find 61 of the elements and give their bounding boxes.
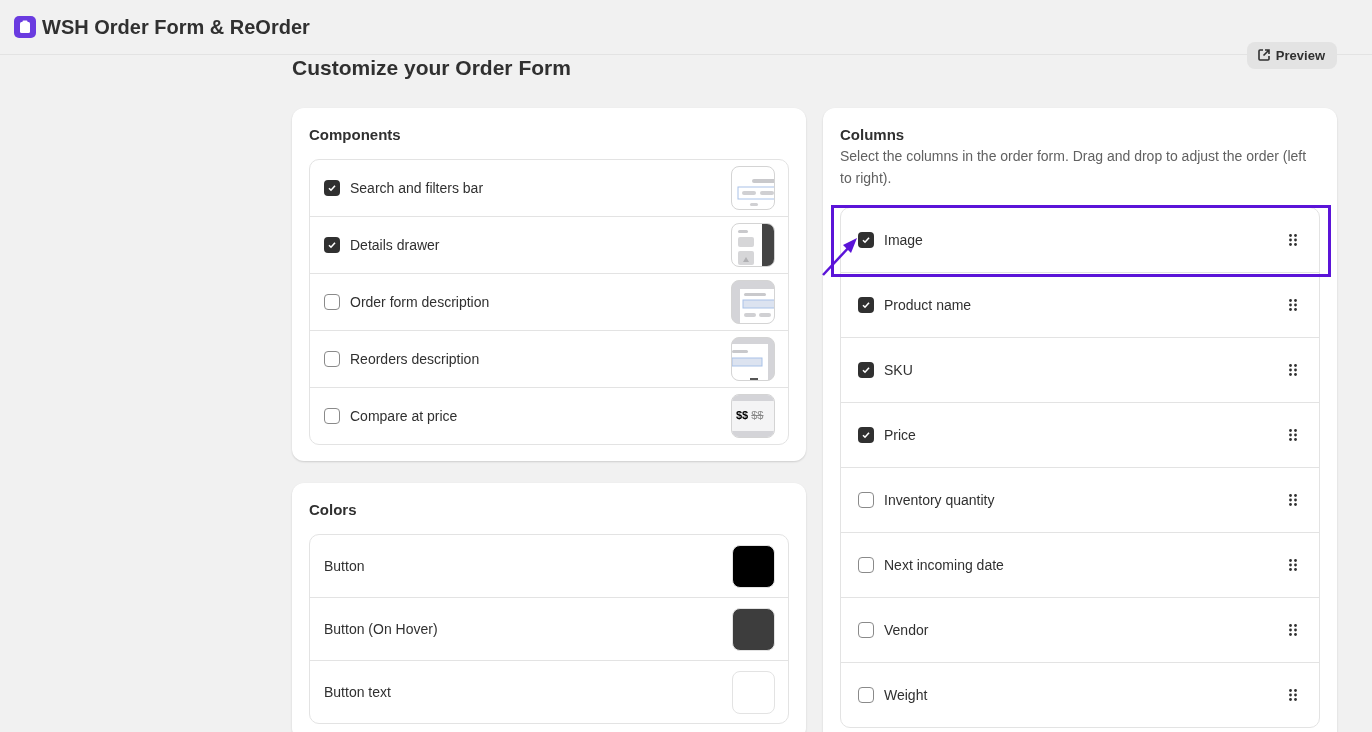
reorders-preview-drawing [731, 337, 775, 381]
checkbox[interactable] [324, 408, 340, 424]
color-swatch[interactable] [732, 544, 775, 588]
component-label: Details drawer [350, 237, 441, 253]
column-label: Product name [884, 297, 973, 313]
column-label: SKU [884, 362, 914, 378]
color-label: Button [324, 558, 366, 574]
color-swatch[interactable] [732, 670, 775, 714]
search-bar-preview-drawing [731, 166, 775, 210]
column-label: Price [884, 427, 917, 443]
annotation-arrow [821, 235, 859, 277]
checkbox[interactable] [858, 232, 874, 248]
checkmark-icon [861, 300, 871, 310]
checkmark-icon [861, 430, 871, 440]
component-label: Search and filters bar [350, 180, 485, 196]
preview-button[interactable]: Preview [1246, 41, 1337, 69]
drag-handle-icon[interactable] [1289, 299, 1297, 311]
column-label: Weight [884, 687, 929, 703]
description-preview-drawing [731, 280, 775, 324]
checkbox[interactable] [858, 297, 874, 313]
column-label: Image [884, 232, 924, 248]
external-link-icon [1256, 48, 1271, 62]
component-label: Reorders description [350, 351, 481, 367]
checkbox[interactable] [324, 180, 340, 196]
color-label: Button (On Hover) [324, 621, 439, 637]
color-label: Button text [324, 684, 392, 700]
checkbox[interactable] [858, 622, 874, 638]
column-label: Vendor [884, 622, 930, 638]
drag-handle-icon[interactable] [1289, 624, 1297, 636]
column-label: Inventory quantity [884, 492, 996, 508]
checkmark-icon [861, 365, 871, 375]
checkbox[interactable] [858, 427, 874, 443]
checkbox[interactable] [324, 351, 340, 367]
page-title: Customize your Order Form [292, 56, 571, 80]
color-swatch[interactable] [732, 607, 775, 651]
card-title: Components [309, 126, 402, 143]
checkbox[interactable] [324, 237, 340, 253]
checkmark-icon [327, 183, 337, 193]
drag-handle-icon[interactable] [1289, 234, 1297, 246]
card-title: Colors [309, 501, 358, 518]
checkmark-icon [861, 235, 871, 245]
component-label: Compare at price [350, 408, 459, 424]
drag-handle-icon[interactable] [1289, 559, 1297, 571]
component-label: Order form description [350, 294, 491, 310]
app-title: WSH Order Form & ReOrder [42, 15, 310, 39]
checkbox[interactable] [858, 492, 874, 508]
drawer-preview-drawing [731, 223, 775, 267]
checkbox[interactable] [858, 557, 874, 573]
column-label: Next incoming date [884, 557, 1005, 573]
drag-handle-icon[interactable] [1289, 364, 1297, 376]
checkbox[interactable] [858, 362, 874, 378]
clipboard-icon [14, 16, 36, 38]
drag-handle-icon[interactable] [1289, 429, 1297, 441]
price-preview-drawing: $$ $$ [731, 394, 775, 438]
card-title: Columns [840, 126, 906, 143]
checkmark-icon [327, 240, 337, 250]
columns-description: Select the columns in the order form. Drag and drop to adjust the order (left to right). [840, 147, 1308, 188]
checkbox[interactable] [324, 294, 340, 310]
drag-handle-icon[interactable] [1289, 494, 1297, 506]
drag-handle-icon[interactable] [1289, 689, 1297, 701]
checkbox[interactable] [858, 687, 874, 703]
